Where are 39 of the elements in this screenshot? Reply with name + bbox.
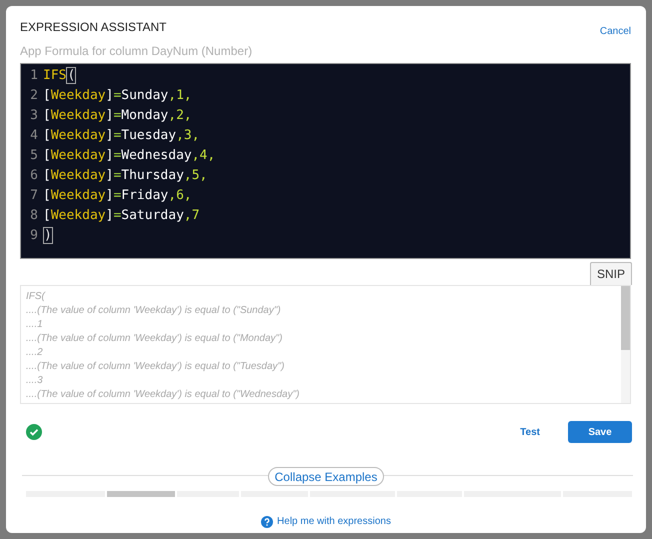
line-number: 7 [29, 187, 39, 206]
code-editor[interactable]: 1 IFS( 2 [Weekday]=Sunday,1, 3 [Weekday]=Monday,2, 4 [Weekday]=Tuesday,3, 5 [Weekday]=Wednesday,4, 6 [Weekday]=Thursday,5, 7 [Weekday]=Friday,6, 8 [Weekday]=Saturday,7 9 ) [20, 63, 631, 259]
description-line: ....1 [26, 318, 44, 332]
line-number: 3 [29, 107, 39, 126]
description-line: ....3 [26, 374, 44, 388]
test-button[interactable]: Test [520, 424, 540, 440]
description-line: ....(The value of column 'Weekday') is equal to ("Sunday") [26, 304, 282, 318]
help-icon [261, 516, 274, 528]
description-line: IFS( [26, 290, 46, 304]
description-line: ....(The value of column 'Weekday') is equal to ("Monday") [26, 332, 284, 346]
line-number: 2 [29, 87, 39, 106]
cancel-button[interactable]: Cancel [600, 24, 631, 39]
line-number: 8 [29, 207, 39, 226]
dialog-title: EXPRESSION ASSISTANT [20, 19, 166, 36]
help-link[interactable]: Help me with expressions [261, 514, 391, 529]
snip-button[interactable]: SNIP [590, 262, 632, 285]
scrollbar[interactable] [621, 286, 630, 403]
line-number: 5 [29, 147, 39, 166]
code-line: [Weekday]=Sunday,1, [43, 87, 192, 106]
line-number: 4 [29, 127, 39, 146]
example-table-header [107, 491, 175, 497]
line-number: 9 [29, 227, 39, 246]
example-table-header [176, 491, 240, 497]
line-number: 1 [29, 67, 39, 86]
collapse-examples-button[interactable]: Collapse Examples [268, 466, 384, 486]
code-line: IFS( [43, 66, 76, 86]
dialog-subtitle: App Formula for column DayNum (Number) [20, 43, 254, 59]
code-line: [Weekday]=Wednesday,4, [43, 147, 216, 166]
description-line: ....(The value of column 'Weekday') is equal to ("Tuesday") [26, 360, 286, 374]
help-link-text: Help me with expressions [277, 515, 391, 529]
code-line: [Weekday]=Monday,2, [43, 107, 192, 126]
code-line: [Weekday]=Saturday,7 [43, 207, 200, 226]
code-line: [Weekday]=Thursday,5, [43, 167, 208, 186]
description-line: ....(The value of column 'Weekday') is equal to ("Wednesday") [26, 388, 300, 402]
code-line: [Weekday]=Tuesday,3, [43, 127, 200, 146]
description-line: ....2 [26, 346, 44, 360]
line-number: 6 [29, 167, 39, 186]
code-line: [Weekday]=Friday,6, [43, 187, 192, 206]
save-button[interactable]: Save [568, 421, 632, 443]
